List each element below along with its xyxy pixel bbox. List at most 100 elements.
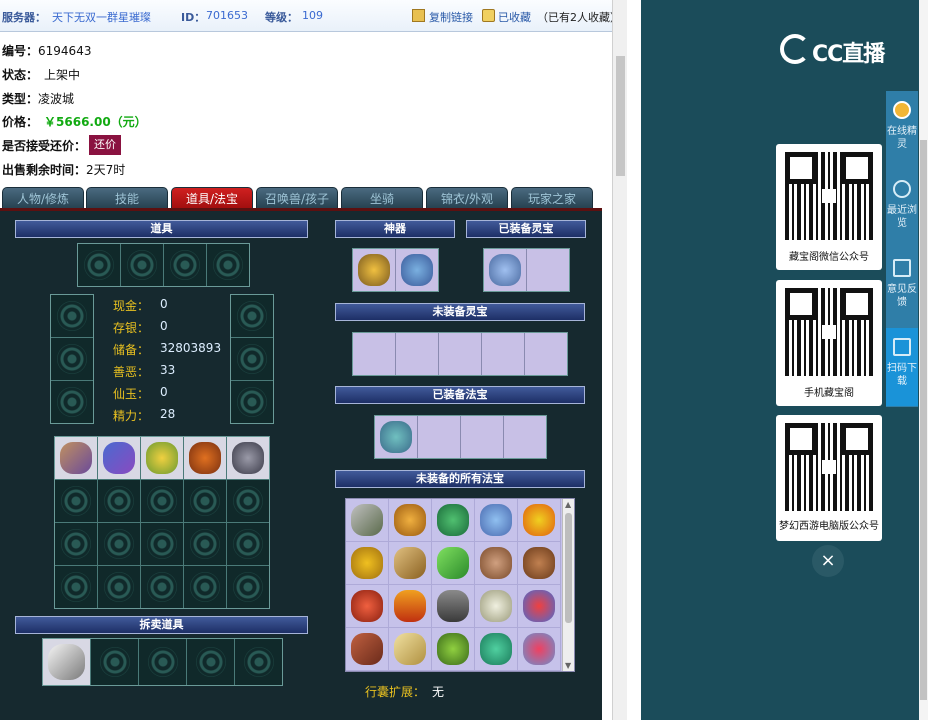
split-slot[interactable] bbox=[187, 639, 234, 685]
inventory-item[interactable] bbox=[184, 437, 226, 479]
copy-link-button[interactable]: 复制链接 bbox=[429, 9, 473, 25]
bag-item[interactable] bbox=[518, 628, 561, 671]
bag-item[interactable] bbox=[518, 585, 561, 628]
inventory-item[interactable] bbox=[141, 437, 183, 479]
equip-slot[interactable] bbox=[78, 244, 120, 286]
artifact-item[interactable] bbox=[396, 249, 438, 291]
bag-item[interactable] bbox=[475, 628, 518, 671]
tab-pets[interactable]: 召唤兽/孩子 bbox=[256, 187, 338, 209]
equip-slot[interactable] bbox=[164, 244, 206, 286]
inventory-slot[interactable] bbox=[184, 480, 226, 522]
equip-slot[interactable] bbox=[231, 381, 273, 423]
stat-label: 善恶： bbox=[113, 365, 150, 379]
fabao-slot[interactable] bbox=[504, 416, 546, 458]
scroll-down-icon[interactable]: ▼ bbox=[565, 661, 571, 670]
inventory-slot[interactable] bbox=[141, 523, 183, 565]
bag-item[interactable] bbox=[389, 585, 432, 628]
spirit-slot[interactable] bbox=[396, 333, 438, 375]
inventory-slot[interactable] bbox=[184, 523, 226, 565]
split-slot[interactable] bbox=[91, 639, 138, 685]
tab-mounts[interactable]: 坐骑 bbox=[341, 187, 423, 209]
bag-item[interactable] bbox=[432, 499, 475, 542]
bag-item[interactable] bbox=[518, 542, 561, 585]
equip-slot[interactable] bbox=[207, 244, 249, 286]
scroll-up-icon[interactable]: ▲ bbox=[565, 500, 571, 509]
split-slot[interactable] bbox=[235, 639, 282, 685]
fabao-bag[interactable]: ▲ ▼ bbox=[345, 498, 575, 672]
inventory-slot[interactable] bbox=[55, 523, 97, 565]
bag-item[interactable] bbox=[475, 499, 518, 542]
equip-slot[interactable] bbox=[51, 338, 93, 380]
bag-scroll-thumb[interactable] bbox=[565, 513, 572, 623]
bag-item[interactable] bbox=[389, 628, 432, 671]
inventory-slot[interactable] bbox=[98, 523, 140, 565]
split-item[interactable] bbox=[43, 639, 90, 685]
sidebar-item-feedback[interactable]: 意见反馈 bbox=[886, 249, 918, 327]
window-scroll-thumb[interactable] bbox=[920, 140, 927, 700]
inventory-item[interactable] bbox=[98, 437, 140, 479]
spirit-item[interactable] bbox=[484, 249, 526, 291]
bag-item[interactable] bbox=[475, 542, 518, 585]
spirit-slot[interactable] bbox=[482, 333, 524, 375]
float-sidebar: 在线精灵 最近浏览 意见反馈 扫码下载 bbox=[886, 91, 918, 407]
inventory-slot[interactable] bbox=[227, 566, 269, 608]
inventory-slot[interactable] bbox=[227, 523, 269, 565]
bag-item[interactable] bbox=[346, 542, 389, 585]
bag-item[interactable] bbox=[346, 628, 389, 671]
fabao-slot[interactable] bbox=[418, 416, 460, 458]
window-scrollbar[interactable] bbox=[919, 0, 928, 720]
qr-game[interactable]: 梦幻西游电脑版公众号 bbox=[776, 415, 882, 541]
bag-item[interactable] bbox=[518, 499, 561, 542]
bag-item[interactable] bbox=[432, 585, 475, 628]
tab-character[interactable]: 人物/修炼 bbox=[2, 187, 84, 209]
equip-slot[interactable] bbox=[51, 381, 93, 423]
inventory-item[interactable] bbox=[227, 437, 269, 479]
page-scrollbar[interactable] bbox=[612, 0, 627, 720]
inventory-slot[interactable] bbox=[98, 566, 140, 608]
artifact-item[interactable] bbox=[353, 249, 395, 291]
bag-item[interactable] bbox=[346, 499, 389, 542]
fabao-slot[interactable] bbox=[461, 416, 503, 458]
qr-wechat[interactable]: 藏宝阁微信公众号 bbox=[776, 144, 882, 270]
inventory-slot[interactable] bbox=[141, 566, 183, 608]
bargain-button[interactable]: 还价 bbox=[89, 135, 121, 155]
favorite-icon[interactable] bbox=[482, 9, 495, 22]
bag-scrollbar[interactable]: ▲ ▼ bbox=[562, 499, 574, 671]
inventory-slot[interactable] bbox=[141, 480, 183, 522]
close-ad-button[interactable]: × bbox=[812, 545, 844, 577]
split-slot[interactable] bbox=[139, 639, 186, 685]
sidebar-item-download[interactable]: 扫码下载 bbox=[886, 328, 918, 406]
copy-link-icon[interactable] bbox=[412, 9, 425, 22]
favorite-button[interactable]: 已收藏 bbox=[498, 9, 531, 25]
sidebar-item-online-helper[interactable]: 在线精灵 bbox=[886, 91, 918, 169]
spirit-slot[interactable] bbox=[353, 333, 395, 375]
inventory-slot[interactable] bbox=[184, 566, 226, 608]
inventory-slot[interactable] bbox=[227, 480, 269, 522]
spirit-slot[interactable] bbox=[525, 333, 567, 375]
bag-item[interactable] bbox=[432, 542, 475, 585]
bag-item[interactable] bbox=[389, 499, 432, 542]
inventory-slot[interactable] bbox=[55, 480, 97, 522]
spirit-slot[interactable] bbox=[439, 333, 481, 375]
bag-item[interactable] bbox=[389, 542, 432, 585]
sidebar-item-recent[interactable]: 最近浏览 bbox=[886, 170, 918, 248]
tab-skills[interactable]: 技能 bbox=[86, 187, 168, 209]
equip-slot[interactable] bbox=[231, 295, 273, 337]
tab-items[interactable]: 道具/法宝 bbox=[171, 187, 253, 209]
bag-item[interactable] bbox=[475, 585, 518, 628]
equip-slot[interactable] bbox=[231, 338, 273, 380]
tab-home[interactable]: 玩家之家 bbox=[511, 187, 593, 209]
spirit-slot[interactable] bbox=[527, 249, 569, 291]
page-scroll-thumb[interactable] bbox=[616, 56, 625, 176]
equip-slot[interactable] bbox=[121, 244, 163, 286]
qr-mobile[interactable]: 手机藏宝阁 bbox=[776, 280, 882, 406]
equip-slot[interactable] bbox=[51, 295, 93, 337]
inventory-item[interactable] bbox=[55, 437, 97, 479]
fabao-item[interactable] bbox=[375, 416, 417, 458]
bag-item[interactable] bbox=[346, 585, 389, 628]
cc-live-logo[interactable]: CC直播 bbox=[780, 34, 900, 67]
inventory-slot[interactable] bbox=[98, 480, 140, 522]
inventory-slot[interactable] bbox=[55, 566, 97, 608]
tab-outfits[interactable]: 锦衣/外观 bbox=[426, 187, 508, 209]
bag-item[interactable] bbox=[432, 628, 475, 671]
